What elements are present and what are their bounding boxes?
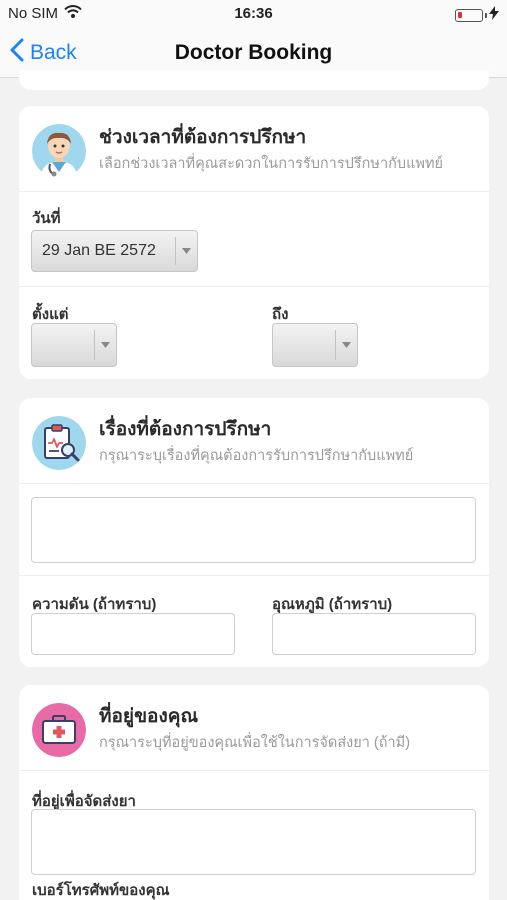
pressure-input[interactable] xyxy=(31,613,235,655)
time-card: ช่วงเวลาที่ต้องการปรึกษา เลือกช่วงเวลาที… xyxy=(19,106,489,379)
battery-level xyxy=(458,11,462,18)
medical-report-icon xyxy=(32,416,86,470)
page-title: Doctor Booking xyxy=(174,41,333,64)
doctor-avatar-icon xyxy=(32,124,86,178)
from-time-select[interactable] xyxy=(31,323,117,367)
first-aid-kit-icon xyxy=(32,703,86,757)
time-card-subtitle: เลือกช่วงเวลาที่คุณสะดวกในการรับการปรึกษ… xyxy=(99,156,444,172)
address-card-subtitle: กรุณาระบุที่อยู่ของคุณเพื่อใช้ในการจัดส่… xyxy=(99,735,411,751)
time-card-header: ช่วงเวลาที่ต้องการปรึกษา เลือกช่วงเวลาที… xyxy=(19,106,489,192)
status-right xyxy=(455,6,499,24)
status-bar: No SIM 16:36 xyxy=(0,0,507,30)
time-card-title: ช่วงเวลาที่ต้องการปรึกษา xyxy=(99,127,307,148)
previous-card-edge xyxy=(19,70,489,90)
address-textarea[interactable] xyxy=(31,809,476,875)
time-card-divider xyxy=(19,286,489,287)
battery-icon xyxy=(455,8,483,22)
topic-card-subtitle: กรุณาระบุเรื่องที่คุณต้องการรับการปรึกษา… xyxy=(99,448,414,464)
status-time: 16:36 xyxy=(234,5,273,22)
topic-card: เรื่องที่ต้องการปรึกษา กรุณาระบุเรื่องที… xyxy=(19,398,489,667)
address-card: ที่อยู่ของคุณ กรุณาระบุที่อยู่ของคุณเพื่… xyxy=(19,685,489,900)
to-time-select[interactable] xyxy=(272,323,358,367)
chevron-down-icon xyxy=(94,330,116,360)
address-card-header: ที่อยู่ของคุณ กรุณาระบุที่อยู่ของคุณเพื่… xyxy=(19,685,489,771)
temperature-input[interactable] xyxy=(272,613,476,655)
chevron-down-icon xyxy=(175,237,197,265)
topic-card-header: เรื่องที่ต้องการปรึกษา กรุณาระบุเรื่องที… xyxy=(19,398,489,484)
battery-tip xyxy=(485,12,487,18)
bolt-icon xyxy=(489,6,499,24)
chevron-down-icon xyxy=(335,330,357,360)
topic-card-divider xyxy=(19,575,489,576)
topic-card-title: เรื่องที่ต้องการปรึกษา xyxy=(99,419,272,440)
phone-label: เบอร์โทรศัพท์ของคุณ xyxy=(32,882,170,899)
topic-textarea[interactable] xyxy=(31,497,476,563)
date-label: วันที่ xyxy=(32,210,61,227)
date-value: 29 Jan BE 2572 xyxy=(42,242,156,259)
address-card-title: ที่อยู่ของคุณ xyxy=(99,706,199,727)
date-select[interactable]: 29 Jan BE 2572 xyxy=(31,230,198,272)
